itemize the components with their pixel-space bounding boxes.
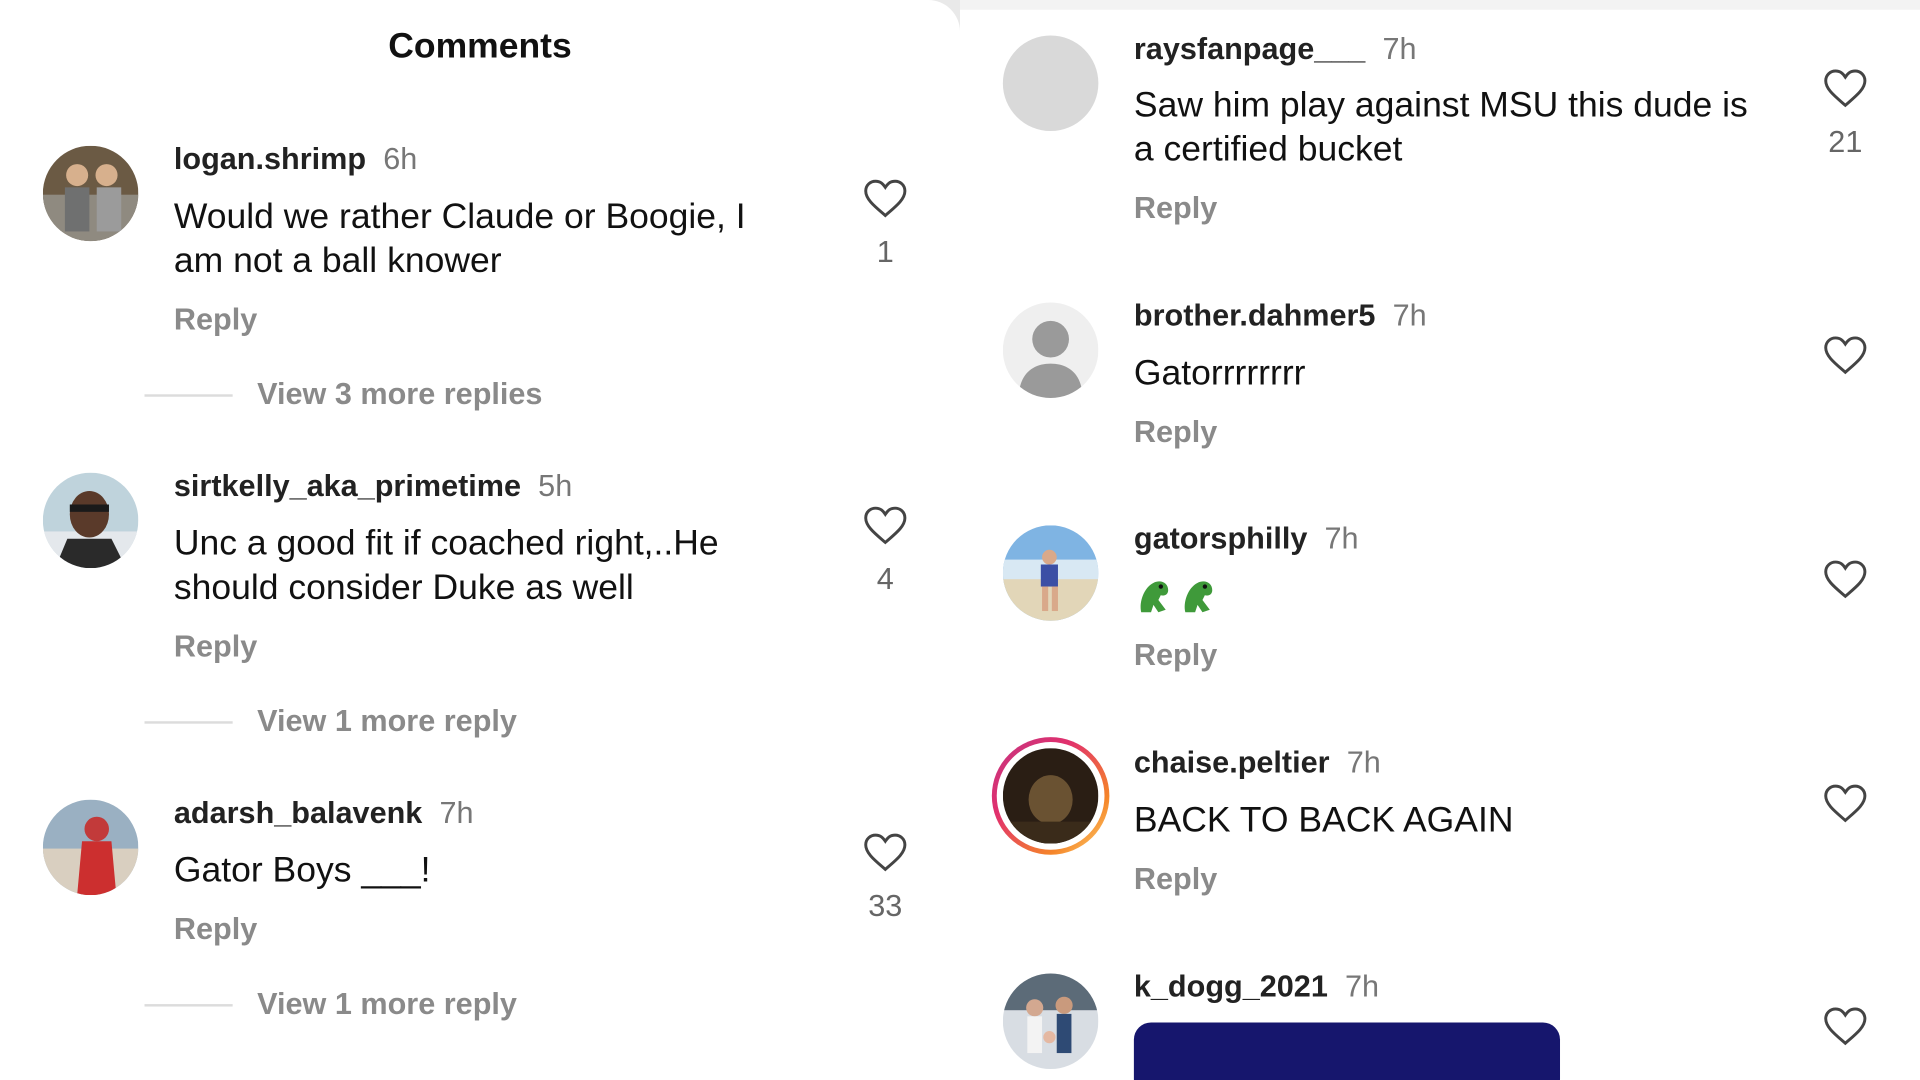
username[interactable]: k_dogg_2021	[1134, 970, 1328, 1004]
username[interactable]: gatorsphilly	[1134, 522, 1307, 556]
avatar[interactable]	[1002, 35, 1099, 132]
username[interactable]: adarsh_balavenk	[174, 796, 422, 830]
timestamp: 7h	[1382, 31, 1417, 67]
heart-icon	[849, 506, 922, 545]
timestamp: 7h	[439, 795, 474, 831]
comment-text: Gator Boys ___!	[173, 851, 431, 891]
avatar[interactable]	[42, 472, 139, 569]
heart-icon	[1809, 784, 1882, 823]
like-count: 1	[876, 235, 894, 270]
like-button[interactable]	[1809, 336, 1882, 375]
heart-icon	[1809, 560, 1882, 599]
divider	[144, 721, 233, 725]
like-button[interactable]	[1809, 784, 1882, 823]
reply-button[interactable]: Reply	[1134, 638, 1217, 674]
reply-button[interactable]: Reply	[174, 912, 257, 948]
like-button[interactable]	[1809, 1007, 1882, 1046]
story-ring[interactable]	[991, 737, 1110, 855]
reply-button[interactable]: Reply	[1134, 862, 1217, 898]
username[interactable]: brother.dahmer5	[1134, 299, 1376, 333]
view-more-label: View 1 more reply	[257, 704, 517, 739]
timestamp: 7h	[1346, 745, 1381, 781]
heart-icon	[849, 179, 922, 218]
timestamp: 6h	[383, 142, 418, 177]
heart-icon	[1809, 69, 1882, 108]
heart-icon	[1809, 336, 1882, 375]
heart-icon	[849, 833, 922, 872]
like-button[interactable]: 4	[849, 506, 922, 598]
page-title: Comments	[388, 26, 572, 67]
comment-text: BACK TO BACK AGAIN	[1133, 800, 1514, 841]
username[interactable]: logan.shrimp	[174, 142, 366, 176]
heart-icon	[1809, 1007, 1882, 1046]
reply-button[interactable]: Reply	[1134, 415, 1217, 451]
view-more-label: View 1 more reply	[257, 986, 517, 1022]
like-button[interactable]: 1	[849, 179, 922, 271]
like-button[interactable]: 21	[1809, 69, 1882, 161]
comments-screenshot: Comments logan.shrimp 6h Would we rather …	[0, 0, 1920, 1080]
reply-button[interactable]: Reply	[174, 629, 257, 665]
comment-text: Saw him play against MSU this dude is a …	[1133, 85, 1748, 169]
view-more-replies[interactable]: View 3 more replies	[144, 377, 542, 413]
view-more-replies[interactable]: View 1 more reply	[144, 704, 517, 740]
view-more-label: View 3 more replies	[257, 377, 543, 412]
like-button[interactable]	[1809, 560, 1882, 599]
avatar[interactable]	[1002, 973, 1099, 1069]
divider	[960, 0, 1920, 10]
divider	[144, 394, 233, 398]
avatar[interactable]	[1002, 302, 1099, 398]
timestamp: 7h	[1392, 298, 1427, 334]
like-count: 21	[1828, 124, 1863, 160]
reply-button[interactable]: Reply	[1134, 191, 1217, 227]
avatar[interactable]	[1002, 525, 1099, 621]
avatar	[1002, 748, 1099, 844]
like-button[interactable]: 33	[849, 833, 922, 925]
like-count: 33	[868, 888, 903, 924]
comment-text: Unc a good fit if coached right,..He sho…	[173, 524, 719, 608]
timestamp: 5h	[538, 468, 573, 504]
crocodile-emoji	[1178, 576, 1220, 618]
reply-button[interactable]: Reply	[174, 302, 257, 338]
divider	[144, 1004, 233, 1008]
comment-emoji	[1134, 576, 1222, 629]
comments-sheet: Comments logan.shrimp 6h Would we rather …	[0, 0, 961, 1080]
avatar[interactable]	[42, 799, 139, 896]
username[interactable]: raysfanpage___	[1134, 32, 1365, 66]
username[interactable]: sirtkelly_aka_primetime	[174, 469, 521, 503]
timestamp: 7h	[1345, 969, 1380, 1005]
comment-text: Would we rather Claude or Boogie, I am n…	[173, 197, 746, 281]
username[interactable]: chaise.peltier	[1134, 746, 1330, 780]
view-more-replies[interactable]: View 1 more reply	[144, 986, 517, 1023]
avatar[interactable]	[42, 145, 139, 242]
crocodile-emoji	[1134, 576, 1176, 618]
comments-list-continued: raysfanpage___ 7h Saw him play against MS…	[960, 0, 1920, 1080]
like-count: 4	[876, 562, 894, 597]
timestamp: 7h	[1324, 521, 1359, 556]
media-attachment[interactable]	[1133, 1022, 1561, 1080]
comment-text: Gatorrrrrrrr	[1133, 353, 1306, 394]
